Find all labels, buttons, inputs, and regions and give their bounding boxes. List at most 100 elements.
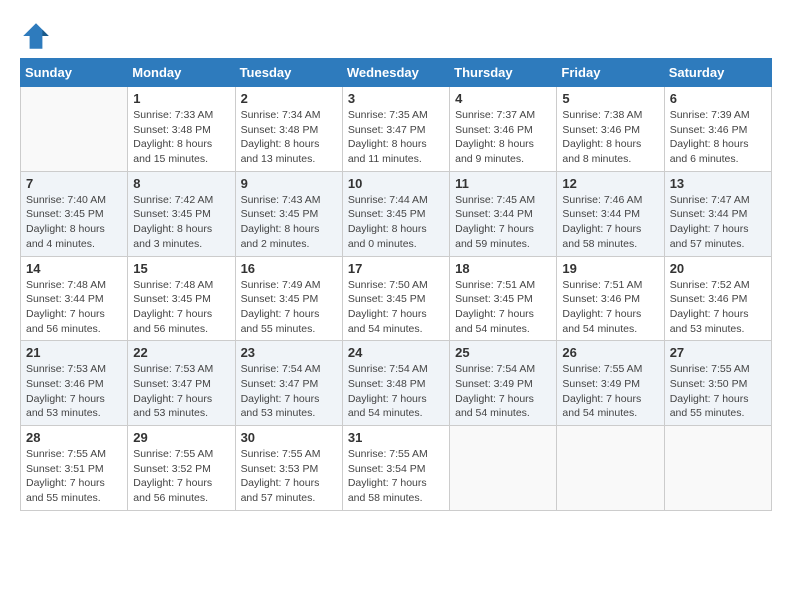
- calendar-cell: 17Sunrise: 7:50 AM Sunset: 3:45 PM Dayli…: [342, 256, 449, 341]
- calendar-cell: 13 Sunrise: 7:47 AM Sunset: 3:44 PM Dayli…: [664, 171, 771, 256]
- day-number: 8: [133, 176, 229, 191]
- day-info: Sunrise: 7:43 AM Sunset: 3:45 PM Dayligh…: [241, 193, 337, 252]
- calendar-cell: 2 Sunrise: 7:34 AM Sunset: 3:48 PM Daylig…: [235, 87, 342, 172]
- day-info: Sunrise: 7:45 AM Sunset: 3:44 PM Dayligh…: [455, 193, 551, 252]
- day-info: Sunrise: 7:44 AM Sunset: 3:45 PM Dayligh…: [348, 193, 444, 252]
- day-number: 28: [26, 430, 122, 445]
- calendar-cell: 21 Sunrise: 7:53 AM Sunset: 3:46 PM Dayli…: [21, 341, 128, 426]
- calendar-week-row: 1 Sunrise: 7:33 AM Sunset: 3:48 PM Daylig…: [21, 87, 772, 172]
- day-number: 23: [241, 345, 337, 360]
- day-number: 11: [455, 176, 551, 191]
- day-info: Sunrise: 7:37 AM Sunset: 3:46 PM Dayligh…: [455, 108, 551, 167]
- day-number: 29: [133, 430, 229, 445]
- day-info: Sunrise: 7:54 AM Sunset: 3:48 PM Dayligh…: [348, 362, 444, 421]
- day-number: 20: [670, 261, 766, 276]
- calendar-cell: 14 Sunrise: 7:48 AM Sunset: 3:44 PM Dayli…: [21, 256, 128, 341]
- logo: [20, 20, 56, 52]
- day-number: 25: [455, 345, 551, 360]
- day-info: Sunrise: 7:55 AM Sunset: 3:51 PM Dayligh…: [26, 447, 122, 506]
- calendar-cell: 27 Sunrise: 7:55 AM Sunset: 3:50 PM Dayli…: [664, 341, 771, 426]
- weekday-header: Thursday: [450, 59, 557, 87]
- calendar-cell: 29 Sunrise: 7:55 AM Sunset: 3:52 PM Dayli…: [128, 426, 235, 511]
- day-info: Sunrise: 7:55 AM Sunset: 3:54 PM Dayligh…: [348, 447, 444, 506]
- logo-icon: [20, 20, 52, 52]
- day-info: Sunrise: 7:40 AM Sunset: 3:45 PM Dayligh…: [26, 193, 122, 252]
- calendar-cell: 12Sunrise: 7:46 AM Sunset: 3:44 PM Dayli…: [557, 171, 664, 256]
- day-info: Sunrise: 7:39 AM Sunset: 3:46 PM Dayligh…: [670, 108, 766, 167]
- calendar-header: SundayMondayTuesdayWednesdayThursdayFrid…: [21, 59, 772, 87]
- day-info: Sunrise: 7:34 AM Sunset: 3:48 PM Dayligh…: [241, 108, 337, 167]
- day-info: Sunrise: 7:51 AM Sunset: 3:45 PM Dayligh…: [455, 278, 551, 337]
- day-info: Sunrise: 7:51 AM Sunset: 3:46 PM Dayligh…: [562, 278, 658, 337]
- calendar-cell: 20Sunrise: 7:52 AM Sunset: 3:46 PM Dayli…: [664, 256, 771, 341]
- day-info: Sunrise: 7:38 AM Sunset: 3:46 PM Dayligh…: [562, 108, 658, 167]
- calendar-cell: [21, 87, 128, 172]
- day-number: 7: [26, 176, 122, 191]
- day-info: Sunrise: 7:48 AM Sunset: 3:44 PM Dayligh…: [26, 278, 122, 337]
- day-number: 21: [26, 345, 122, 360]
- day-number: 14: [26, 261, 122, 276]
- day-number: 27: [670, 345, 766, 360]
- calendar-cell: 6 Sunrise: 7:39 AM Sunset: 3:46 PM Daylig…: [664, 87, 771, 172]
- day-info: Sunrise: 7:55 AM Sunset: 3:49 PM Dayligh…: [562, 362, 658, 421]
- day-info: Sunrise: 7:48 AM Sunset: 3:45 PM Dayligh…: [133, 278, 229, 337]
- day-info: Sunrise: 7:54 AM Sunset: 3:47 PM Dayligh…: [241, 362, 337, 421]
- day-number: 6: [670, 91, 766, 106]
- day-number: 16: [241, 261, 337, 276]
- calendar-cell: 24 Sunrise: 7:54 AM Sunset: 3:48 PM Dayli…: [342, 341, 449, 426]
- day-number: 3: [348, 91, 444, 106]
- day-info: Sunrise: 7:55 AM Sunset: 3:52 PM Dayligh…: [133, 447, 229, 506]
- calendar-week-row: 7 Sunrise: 7:40 AM Sunset: 3:45 PM Daylig…: [21, 171, 772, 256]
- calendar-cell: 26 Sunrise: 7:55 AM Sunset: 3:49 PM Dayli…: [557, 341, 664, 426]
- day-number: 10: [348, 176, 444, 191]
- day-number: 13: [670, 176, 766, 191]
- day-info: Sunrise: 7:49 AM Sunset: 3:45 PM Dayligh…: [241, 278, 337, 337]
- calendar-cell: 5Sunrise: 7:38 AM Sunset: 3:46 PM Daylig…: [557, 87, 664, 172]
- calendar-week-row: 14 Sunrise: 7:48 AM Sunset: 3:44 PM Dayli…: [21, 256, 772, 341]
- day-number: 1: [133, 91, 229, 106]
- day-info: Sunrise: 7:33 AM Sunset: 3:48 PM Dayligh…: [133, 108, 229, 167]
- calendar-cell: 11 Sunrise: 7:45 AM Sunset: 3:44 PM Dayli…: [450, 171, 557, 256]
- calendar-cell: 19 Sunrise: 7:51 AM Sunset: 3:46 PM Dayli…: [557, 256, 664, 341]
- day-number: 15: [133, 261, 229, 276]
- calendar-cell: 18 Sunrise: 7:51 AM Sunset: 3:45 PM Dayli…: [450, 256, 557, 341]
- day-number: 24: [348, 345, 444, 360]
- weekday-header: Monday: [128, 59, 235, 87]
- calendar-cell: 25 Sunrise: 7:54 AM Sunset: 3:49 PM Dayli…: [450, 341, 557, 426]
- calendar-cell: 10 Sunrise: 7:44 AM Sunset: 3:45 PM Dayli…: [342, 171, 449, 256]
- day-info: Sunrise: 7:47 AM Sunset: 3:44 PM Dayligh…: [670, 193, 766, 252]
- calendar-cell: 8 Sunrise: 7:42 AM Sunset: 3:45 PM Daylig…: [128, 171, 235, 256]
- weekday-header: Sunday: [21, 59, 128, 87]
- day-number: 26: [562, 345, 658, 360]
- day-number: 4: [455, 91, 551, 106]
- day-number: 17: [348, 261, 444, 276]
- calendar-cell: 16 Sunrise: 7:49 AM Sunset: 3:45 PM Dayli…: [235, 256, 342, 341]
- day-number: 19: [562, 261, 658, 276]
- page-header: [20, 20, 772, 52]
- day-info: Sunrise: 7:54 AM Sunset: 3:49 PM Dayligh…: [455, 362, 551, 421]
- day-number: 9: [241, 176, 337, 191]
- day-number: 2: [241, 91, 337, 106]
- calendar-cell: 28 Sunrise: 7:55 AM Sunset: 3:51 PM Dayli…: [21, 426, 128, 511]
- calendar-cell: 23 Sunrise: 7:54 AM Sunset: 3:47 PM Dayli…: [235, 341, 342, 426]
- day-info: Sunrise: 7:53 AM Sunset: 3:47 PM Dayligh…: [133, 362, 229, 421]
- calendar-cell: 31Sunrise: 7:55 AM Sunset: 3:54 PM Dayli…: [342, 426, 449, 511]
- calendar-cell: [557, 426, 664, 511]
- day-number: 22: [133, 345, 229, 360]
- calendar-cell: 4 Sunrise: 7:37 AM Sunset: 3:46 PM Daylig…: [450, 87, 557, 172]
- calendar-cell: [664, 426, 771, 511]
- weekday-header: Friday: [557, 59, 664, 87]
- calendar-cell: 15 Sunrise: 7:48 AM Sunset: 3:45 PM Dayli…: [128, 256, 235, 341]
- day-number: 30: [241, 430, 337, 445]
- calendar-table: SundayMondayTuesdayWednesdayThursdayFrid…: [20, 58, 772, 511]
- day-info: Sunrise: 7:55 AM Sunset: 3:53 PM Dayligh…: [241, 447, 337, 506]
- day-info: Sunrise: 7:46 AM Sunset: 3:44 PM Dayligh…: [562, 193, 658, 252]
- day-number: 18: [455, 261, 551, 276]
- day-info: Sunrise: 7:35 AM Sunset: 3:47 PM Dayligh…: [348, 108, 444, 167]
- day-info: Sunrise: 7:55 AM Sunset: 3:50 PM Dayligh…: [670, 362, 766, 421]
- calendar-cell: 22 Sunrise: 7:53 AM Sunset: 3:47 PM Dayli…: [128, 341, 235, 426]
- weekday-header: Wednesday: [342, 59, 449, 87]
- day-info: Sunrise: 7:42 AM Sunset: 3:45 PM Dayligh…: [133, 193, 229, 252]
- day-info: Sunrise: 7:53 AM Sunset: 3:46 PM Dayligh…: [26, 362, 122, 421]
- calendar-cell: 1 Sunrise: 7:33 AM Sunset: 3:48 PM Daylig…: [128, 87, 235, 172]
